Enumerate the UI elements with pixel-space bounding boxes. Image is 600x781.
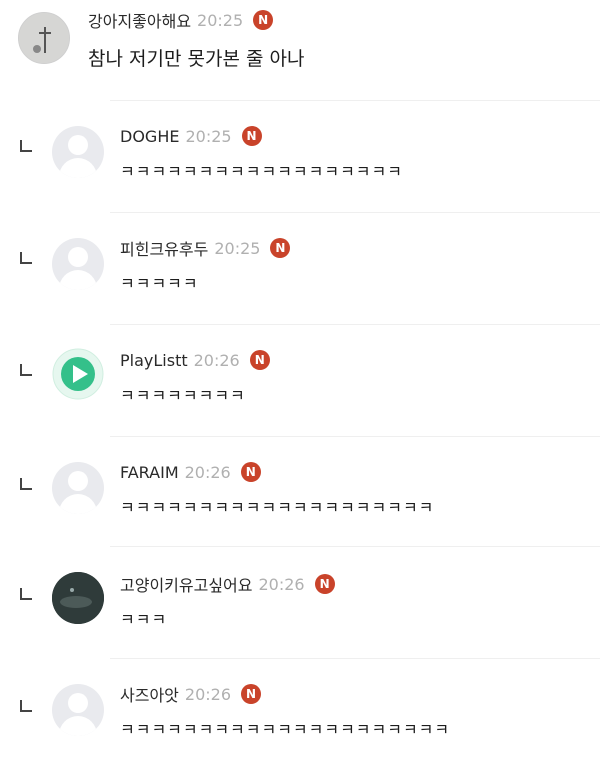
divider bbox=[110, 100, 600, 101]
author-name[interactable]: PlayListt bbox=[120, 351, 188, 370]
new-badge: N bbox=[241, 126, 262, 146]
comment-meta: DOGHE 20:25 N bbox=[120, 124, 262, 148]
author-name[interactable]: FARAIM bbox=[120, 463, 179, 482]
divider bbox=[110, 436, 600, 437]
author-name[interactable]: 피힌크유후두 bbox=[120, 236, 208, 260]
author-name[interactable]: 강아지좋아해요 bbox=[88, 8, 191, 32]
comment-text: ㅋㅋㅋㅋㅋㅋㅋㅋ bbox=[120, 386, 246, 405]
comment-text: 참나 저기만 못가본 줄 아나 bbox=[88, 48, 305, 70]
reply-arrow-icon bbox=[20, 252, 32, 264]
timestamp: 20:25 bbox=[185, 126, 232, 146]
new-badge: N bbox=[241, 684, 261, 704]
comment-meta: 고양이키유고싶어요 20:26 N bbox=[120, 572, 335, 596]
divider bbox=[110, 546, 600, 547]
reply-arrow-icon bbox=[20, 364, 32, 376]
new-badge: N bbox=[270, 238, 291, 258]
reply-arrow-icon bbox=[20, 588, 32, 600]
author-name[interactable]: 고양이키유고싶어요 bbox=[120, 572, 252, 596]
author-name[interactable]: 사즈아앗 bbox=[120, 682, 179, 706]
comment-meta: PlayListt 20:26 N bbox=[120, 348, 270, 372]
new-badge: N bbox=[253, 10, 274, 30]
comment-meta: FARAIM 20:26 N bbox=[120, 460, 261, 484]
play-icon[interactable] bbox=[52, 348, 104, 400]
default-user-icon[interactable] bbox=[52, 238, 104, 290]
comment-text: ㅋㅋㅋㅋㅋㅋㅋㅋㅋㅋㅋㅋㅋㅋㅋㅋㅋㅋㅋㅋㅋ bbox=[120, 720, 451, 739]
reply-arrow-icon bbox=[20, 700, 32, 712]
comment-meta: 피힌크유후두 20:25 N bbox=[120, 236, 291, 260]
timestamp: 20:26 bbox=[258, 574, 305, 594]
comment-text: ㅋㅋㅋㅋㅋㅋㅋㅋㅋㅋㅋㅋㅋㅋㅋㅋㅋㅋ bbox=[120, 162, 403, 181]
comment-text: ㅋㅋㅋㅋㅋㅋㅋㅋㅋㅋㅋㅋㅋㅋㅋㅋㅋㅋㅋㅋ bbox=[120, 498, 435, 517]
divider bbox=[110, 324, 600, 325]
reply-arrow-icon bbox=[20, 478, 32, 490]
default-user-icon[interactable] bbox=[52, 126, 104, 178]
avatar[interactable] bbox=[18, 12, 70, 64]
author-name[interactable]: DOGHE bbox=[120, 127, 179, 146]
new-badge: N bbox=[249, 350, 270, 370]
divider bbox=[110, 658, 600, 659]
timestamp: 20:26 bbox=[184, 462, 231, 482]
default-user-icon[interactable] bbox=[52, 462, 104, 514]
timestamp: 20:26 bbox=[193, 350, 240, 370]
timestamp: 20:25 bbox=[214, 238, 261, 258]
new-badge: N bbox=[314, 574, 335, 594]
comment-text: ㅋㅋㅋ bbox=[120, 610, 168, 629]
comment-meta: 사즈아앗 20:26 N bbox=[120, 682, 261, 706]
comment-meta: 강아지좋아해요 20:25 N bbox=[88, 8, 274, 32]
default-user-icon[interactable] bbox=[52, 684, 104, 736]
comment-text: ㅋㅋㅋㅋㅋ bbox=[120, 274, 199, 293]
reply-arrow-icon bbox=[20, 140, 32, 152]
divider bbox=[110, 212, 600, 213]
timestamp: 20:26 bbox=[184, 684, 231, 704]
timestamp: 20:25 bbox=[197, 10, 244, 30]
photo-avatar[interactable] bbox=[52, 572, 104, 624]
new-badge: N bbox=[240, 462, 261, 482]
